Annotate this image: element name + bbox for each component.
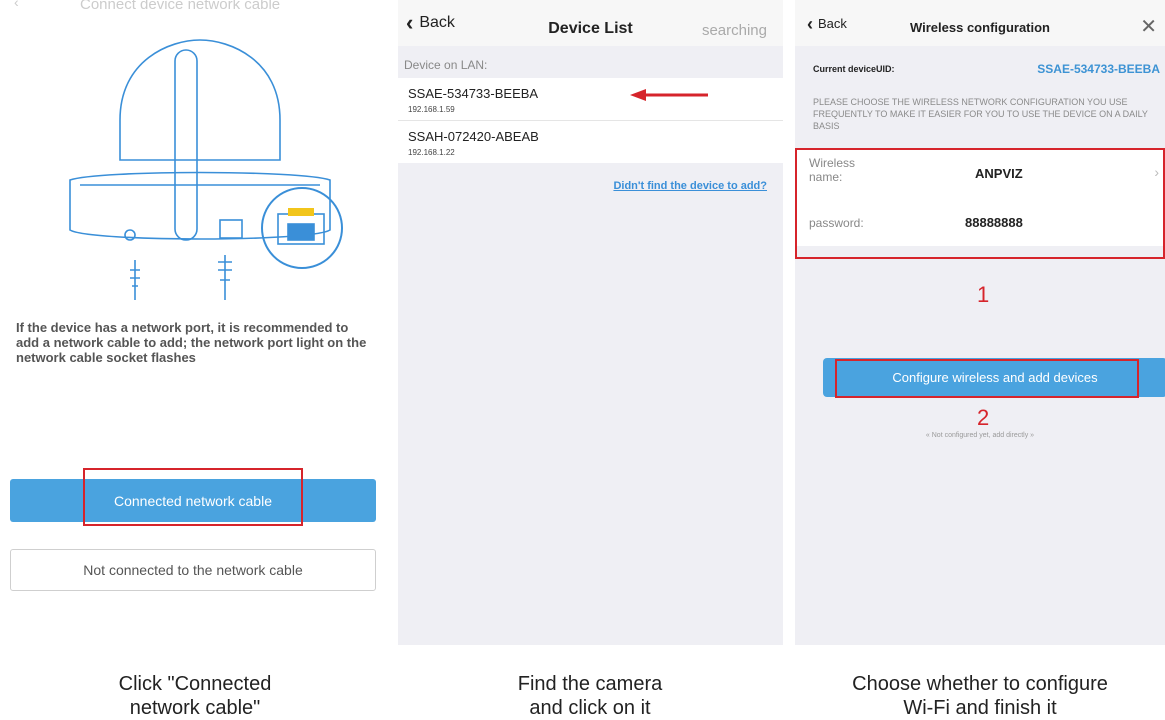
- faint-header-title: Connect device network cable: [80, 0, 281, 13]
- back-button[interactable]: ‹ Back: [406, 10, 455, 35]
- back-label: Back: [419, 14, 455, 31]
- didnt-find-device-link[interactable]: Didn't find the device to add?: [613, 180, 767, 192]
- device-name: SSAE-534733-BEEBA: [408, 86, 539, 101]
- not-configured-link[interactable]: « Not configured yet, add directly »: [795, 432, 1165, 439]
- uid-value: SSAE-534733-BEEBA: [1037, 62, 1160, 76]
- panel-wireless-config: ‹ Back Wireless configuration ✕ Current …: [795, 0, 1165, 645]
- device-name: SSAH-072420-ABEAB: [408, 129, 539, 144]
- highlight-box: [795, 148, 1165, 259]
- device-uid-row: Current deviceUID: SSAE-534733-BEEBA: [795, 58, 1165, 80]
- device-row-2[interactable]: SSAH-072420-ABEAB 192.168.1.22: [398, 121, 783, 163]
- red-arrow-left-icon: [630, 89, 708, 101]
- highlight-box: [83, 468, 303, 526]
- config-hint: PLEASE CHOOSE THE WIRELESS NETWORK CONFI…: [813, 97, 1148, 131]
- device-row-1[interactable]: SSAE-534733-BEEBA 192.168.1.59: [398, 78, 783, 121]
- panel-network-cable: ‹ Connect device network cable If the de…: [0, 0, 388, 645]
- network-port-description: If the device has a network port, it is …: [16, 320, 367, 365]
- caption-step-1: Click "Connected network cable": [118, 673, 272, 719]
- close-icon[interactable]: ✕: [1140, 14, 1157, 39]
- not-connected-button[interactable]: Not connected to the network cable: [10, 549, 376, 591]
- back-icon[interactable]: ‹: [14, 0, 19, 10]
- annotation-number-1: 1: [977, 282, 990, 307]
- section-label: Device on LAN:: [404, 58, 488, 72]
- annotation-number-2: 2: [977, 405, 990, 430]
- chevron-left-icon: ‹: [406, 10, 414, 35]
- device-ip: 192.168.1.59: [408, 105, 455, 114]
- search-status: searching: [701, 22, 767, 39]
- page-title: Wireless configuration: [909, 20, 1051, 35]
- uid-label: Current deviceUID:: [813, 64, 895, 74]
- device-list: SSAE-534733-BEEBA 192.168.1.59 SSAH-0724…: [398, 78, 783, 163]
- caption-step-3: Choose whether to configure Wi-Fi and fi…: [852, 673, 1108, 719]
- highlight-box: [835, 359, 1139, 398]
- device-ip: 192.168.1.22: [408, 148, 455, 157]
- camera-illustration-icon: [69, 39, 343, 300]
- navbar: ‹ Back Wireless configuration ✕: [795, 0, 1165, 46]
- panel-device-list: ‹ Back Device List searching Device on L…: [398, 0, 783, 645]
- faint-header: ‹ Connect device network cable: [0, 0, 388, 22]
- caption-step-2: Find the camera and click on it: [517, 673, 663, 719]
- navbar: ‹ Back Device List searching: [398, 0, 783, 46]
